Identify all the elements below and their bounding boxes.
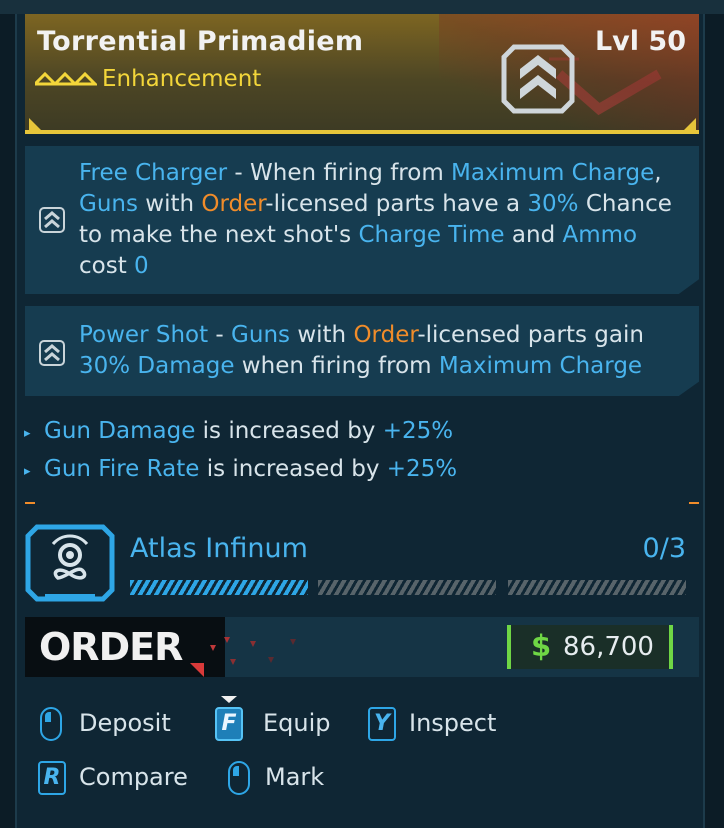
corner-marker-icon [684, 118, 696, 130]
divider-tick [25, 502, 35, 504]
key-r-icon: R [38, 761, 66, 795]
perk-text-segment: 30% Damage [79, 353, 235, 379]
perk-text-segment: -licensed parts have a [265, 191, 528, 217]
perk-description: Free Charger - When firing from Maximum … [79, 158, 685, 282]
header-accent-bar [25, 130, 699, 134]
manufacturer-set-count: 0/3 [642, 533, 686, 564]
bullet-arrow-icon: ▸ [24, 464, 31, 479]
set-progress-segment [508, 580, 686, 595]
action-compare[interactable]: Compare [79, 763, 188, 791]
set-progress-segment [318, 580, 496, 595]
perk-text-segment: with [137, 191, 202, 217]
perk-text-segment: -licensed parts gain [417, 322, 644, 348]
brand-logo: ORDER [39, 625, 183, 669]
key-f-icon: F [215, 707, 243, 741]
perk-description: Power Shot - Guns with Order-licensed pa… [79, 320, 685, 382]
perk-card-power-shot: Power Shot - Guns with Order-licensed pa… [25, 306, 699, 396]
mouse-button-icon [40, 707, 62, 741]
set-progress-segment [130, 580, 308, 595]
item-title: Torrential Primadiem [37, 26, 364, 57]
stat-text: is increased by [195, 418, 383, 444]
background-strip [0, 0, 724, 14]
stat-value: +25% [382, 418, 454, 444]
brand-pattern-icon [190, 637, 296, 677]
rarity-chevrons-icon [35, 72, 97, 86]
stat-name: Gun Damage [44, 418, 196, 444]
manufacturer-set-name: Atlas Infinum [130, 533, 308, 564]
perk-card-free-charger: Free Charger - When firing from Maximum … [25, 146, 699, 294]
stat-line: Gun Damage is increased by +25% [44, 418, 453, 444]
action-mark[interactable]: Mark [265, 763, 324, 791]
perk-text-segment: Order [201, 191, 266, 217]
perk-text-segment: Order [353, 322, 418, 348]
divider-tick [689, 502, 699, 504]
stat-name: Gun Fire Rate [44, 456, 200, 482]
perk-text-segment: 0 [134, 253, 149, 279]
perk-text-segment: Free Charger [79, 160, 228, 186]
currency-icon: $ [531, 629, 552, 663]
selected-indicator-icon [221, 696, 237, 703]
perk-text-segment: Guns [79, 191, 138, 217]
perk-text-segment: with [290, 322, 354, 348]
price-tag: $ 86,700 [507, 625, 673, 669]
price-value: 86,700 [563, 632, 654, 662]
corner-marker-icon [29, 118, 41, 130]
item-level: Lvl 50 [594, 26, 686, 57]
bullet-arrow-icon: ▸ [24, 426, 31, 441]
item-subtype: Enhancement [102, 66, 262, 92]
stat-line: Gun Fire Rate is increased by +25% [44, 456, 457, 482]
perk-text-segment: when firing from [234, 353, 439, 379]
perk-text-segment: cost [79, 253, 135, 279]
perk-chevron-icon [39, 207, 65, 233]
perk-text-segment: - [208, 322, 232, 348]
perk-text-segment: , [654, 160, 662, 186]
perk-text-segment: - When firing from [227, 160, 452, 186]
action-inspect[interactable]: Inspect [409, 709, 496, 737]
perk-text-segment: Guns [231, 322, 291, 348]
perk-chevron-icon [39, 340, 65, 366]
mouse-button-icon [228, 761, 250, 795]
manufacturer-set-icon [25, 524, 115, 602]
perk-text-segment: 30% [527, 191, 579, 217]
enhancement-icon [501, 44, 575, 114]
key-y-icon: Y [368, 707, 396, 741]
action-equip[interactable]: Equip [263, 709, 331, 737]
perk-text-segment: Maximum Charge [451, 160, 655, 186]
perk-text-segment: and [504, 222, 563, 248]
perk-text-segment: Charge Time [358, 222, 505, 248]
perk-text-segment: Ammo [562, 222, 638, 248]
stat-value: +25% [386, 456, 458, 482]
perk-text-segment: Power Shot [79, 322, 209, 348]
stat-text: is increased by [199, 456, 387, 482]
perk-text-segment: Maximum Charge [438, 353, 643, 379]
action-deposit[interactable]: Deposit [79, 709, 171, 737]
